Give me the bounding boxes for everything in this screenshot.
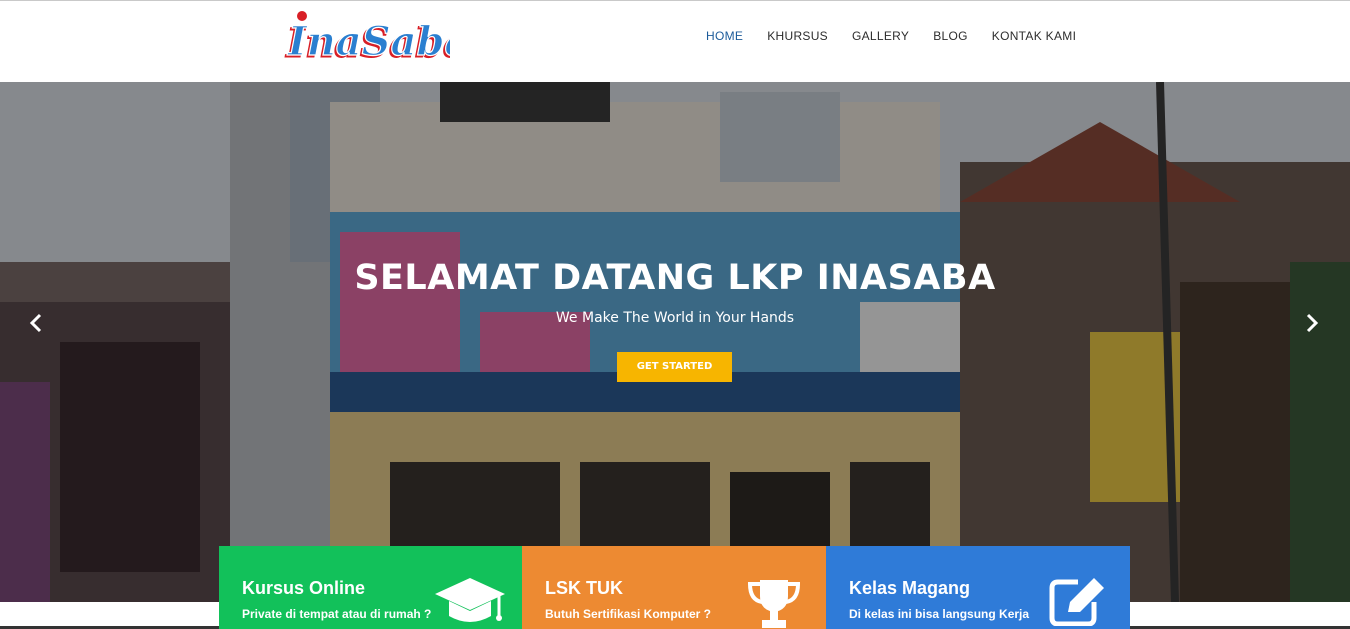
svg-text:InaSaba: InaSaba [287, 18, 450, 65]
get-started-button[interactable]: GET STARTED [617, 352, 732, 382]
feature-kelas-magang[interactable]: Kelas Magang Di kelas ini bisa langsung … [826, 546, 1130, 629]
logo[interactable]: InaSaba InaSaba [284, 7, 471, 69]
feature-title: Kelas Magang [849, 578, 971, 598]
nav-item-gallery[interactable]: GALLERY [840, 28, 921, 44]
slider-prev-button[interactable] [26, 312, 46, 334]
feature-lsk-tuk[interactable]: LSK TUK Butuh Sertifikasi Komputer ? [522, 546, 826, 629]
feature-text: Private di tempat atau di rumah ? [242, 607, 432, 621]
feature-text: Butuh Sertifikasi Komputer ? [545, 607, 712, 621]
chevron-left-icon [29, 313, 42, 333]
main-nav: HOME KHURSUS GALLERY BLOG KONTAK KAMI [694, 28, 1088, 44]
slider-next-button[interactable] [1302, 312, 1322, 334]
hero-slider: SELAMAT DATANG LKP INASABA We Make The W… [0, 82, 1350, 602]
hero-title: SELAMAT DATANG LKP INASABA [354, 258, 996, 298]
graduation-cap-icon [435, 578, 505, 622]
feature-text: Di kelas ini bisa langsung Kerja [849, 607, 1030, 621]
navbar: InaSaba InaSaba HOME KHURSUS GALLERY BLO… [0, 1, 1350, 82]
feature-title: Kursus Online [242, 578, 366, 598]
trophy-icon [747, 580, 801, 628]
feature-title: LSK TUK [545, 578, 623, 598]
hero-subtitle: We Make The World in Your Hands [555, 310, 795, 326]
chevron-right-icon [1306, 313, 1319, 333]
nav-item-khursus[interactable]: KHURSUS [755, 28, 840, 44]
inasaba-logo-icon: InaSaba InaSaba [285, 11, 471, 68]
nav-item-kontak-kami[interactable]: KONTAK KAMI [980, 28, 1088, 44]
nav-item-home[interactable]: HOME [694, 28, 755, 44]
feature-kursus-online[interactable]: Kursus Online Private di tempat atau di … [219, 546, 523, 629]
hero-overlay [0, 82, 1350, 602]
nav-item-blog[interactable]: BLOG [921, 28, 980, 44]
edit-icon [1049, 578, 1104, 626]
